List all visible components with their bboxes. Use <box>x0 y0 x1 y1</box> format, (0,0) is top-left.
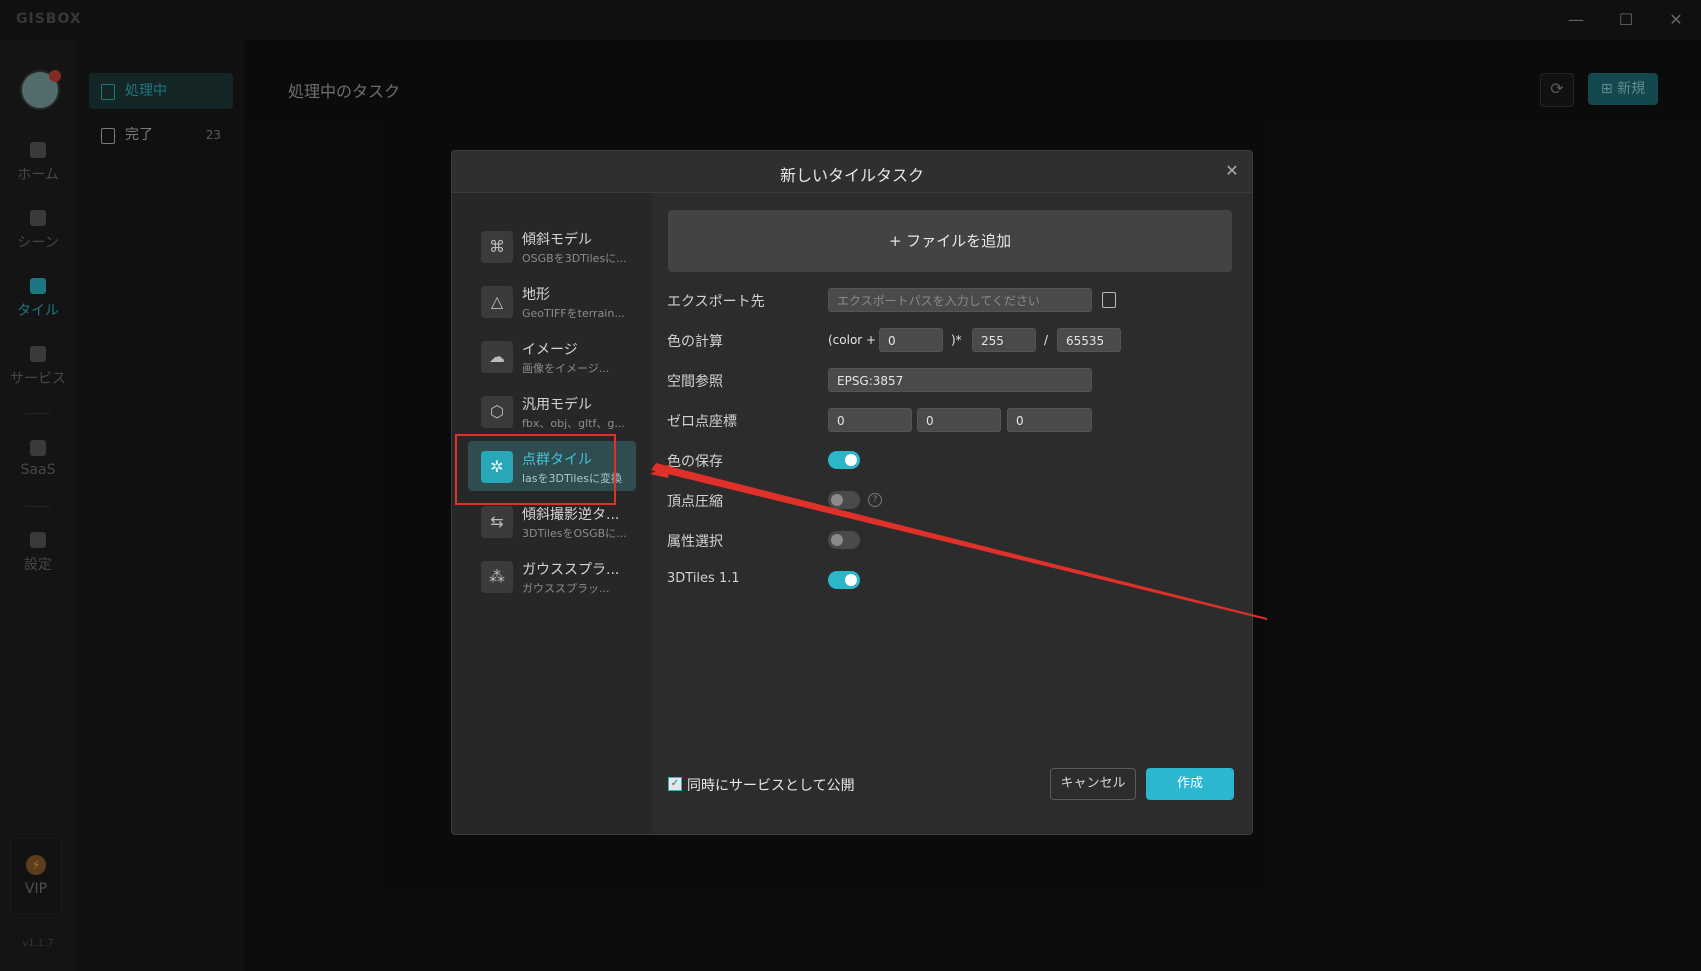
tile-type-desc: OSGBを3DTilesに... <box>522 252 627 265</box>
vertex-compress-toggle[interactable] <box>828 491 860 509</box>
tile-type-desc: ガウススプラッ... <box>522 582 610 595</box>
publish-label: 同時にサービスとして公開 <box>687 778 855 794</box>
molecule-icon: ⁂ <box>481 561 513 593</box>
tiles11-label: 3DTiles 1.1 <box>667 571 740 586</box>
tile-type-desc: GeoTIFFをterrain... <box>522 307 625 320</box>
tile-type-terrain[interactable]: △ 地形 GeoTIFFをterrain... <box>468 276 636 326</box>
tile-type-name: 傾斜モデル <box>522 232 592 248</box>
drone-icon: ⌘ <box>481 231 513 263</box>
color-formula-prefix: (color + <box>828 333 877 347</box>
attr-select-label: 属性選択 <box>667 534 723 550</box>
export-label: エクスポート先 <box>667 294 765 310</box>
tile-type-gaussian-splat[interactable]: ⁂ ガウススプラ... ガウススプラッ... <box>468 551 636 601</box>
terrain-icon: △ <box>481 286 513 318</box>
attr-select-toggle[interactable] <box>828 531 860 549</box>
add-file-button[interactable]: + ファイルを追加 <box>668 210 1232 272</box>
tile-type-desc: fbx、obj、gltf、g... <box>522 417 625 430</box>
folder-icon[interactable] <box>1102 292 1116 308</box>
tile-type-name: ガウススプラ... <box>522 562 620 578</box>
highlight-box <box>455 434 616 505</box>
dialog-title: 新しいタイルタスク <box>779 166 924 185</box>
tile-type-name: 地形 <box>522 287 550 303</box>
box-icon: ⬡ <box>481 396 513 428</box>
tile-type-name: 汎用モデル <box>522 397 592 413</box>
tile-type-name: イメージ <box>522 342 578 358</box>
tile-type-general-model[interactable]: ⬡ 汎用モデル fbx、obj、gltf、g... <box>468 386 636 436</box>
color-div-input[interactable]: 65535 <box>1057 328 1121 352</box>
color-mul-operator: )* <box>951 333 962 347</box>
srs-input[interactable]: EPSG:3857 <box>828 368 1092 392</box>
color-mul-input[interactable]: 255 <box>972 328 1036 352</box>
keep-color-toggle[interactable] <box>828 451 860 469</box>
origin-label: ゼロ点座標 <box>667 414 737 430</box>
convert-icon: ⇆ <box>481 506 513 538</box>
tile-type-oblique[interactable]: ⌘ 傾斜モデル OSGBを3DTilesに... <box>468 221 636 271</box>
origin-z-input[interactable]: 0 <box>1007 408 1092 432</box>
image-upload-icon: ☁ <box>481 341 513 373</box>
tile-type-name: 傾斜撮影逆タ... <box>522 507 620 523</box>
publish-checkbox[interactable]: ✓ <box>668 777 682 791</box>
tile-type-image[interactable]: ☁ イメージ 画像をイメージ... <box>468 331 636 381</box>
create-button[interactable]: 作成 <box>1146 768 1234 800</box>
origin-x-input[interactable]: 0 <box>828 408 912 432</box>
tile-type-list: ⌘ 傾斜モデル OSGBを3DTilesに... △ 地形 GeoTIFFをte… <box>452 193 652 834</box>
help-icon[interactable]: ? <box>868 493 882 507</box>
keep-color-label: 色の保存 <box>667 454 723 470</box>
tile-type-desc: 3DTilesをOSGBに... <box>522 527 627 540</box>
tiles11-toggle[interactable] <box>828 571 860 589</box>
color-add-input[interactable]: 0 <box>879 328 943 352</box>
cancel-button[interactable]: キャンセル <box>1050 768 1136 800</box>
export-path-input[interactable]: エクスポートパスを入力してください <box>828 288 1092 312</box>
srs-label: 空間参照 <box>667 374 723 390</box>
color-calc-label: 色の計算 <box>667 334 723 350</box>
tile-type-desc: 画像をイメージ... <box>522 362 610 375</box>
vertex-compress-label: 頂点圧縮 <box>667 494 723 510</box>
color-div-operator: / <box>1044 333 1049 347</box>
origin-y-input[interactable]: 0 <box>917 408 1001 432</box>
close-icon[interactable]: ✕ <box>1222 161 1242 181</box>
